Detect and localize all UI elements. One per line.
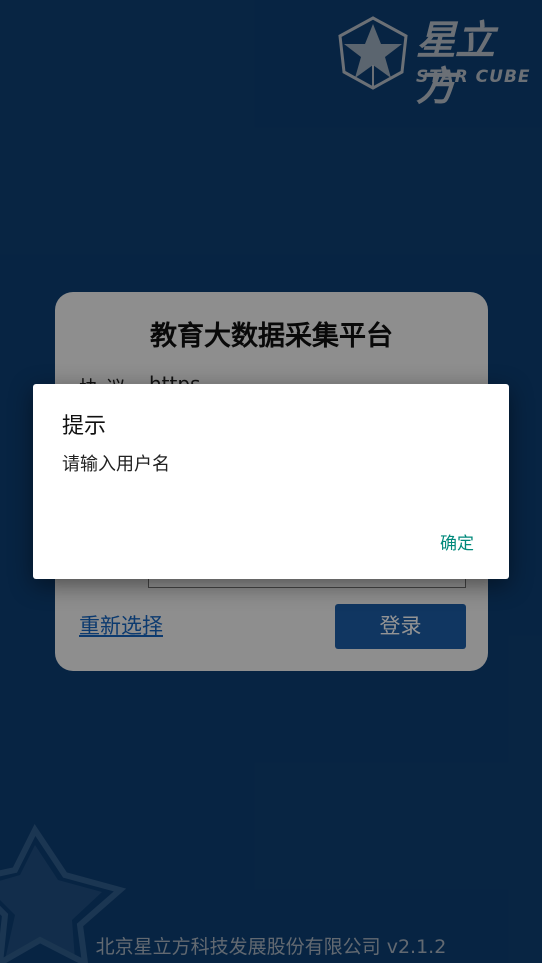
alert-dialog: 提示 请输入用户名 确定 bbox=[33, 384, 509, 579]
dialog-message: 请输入用户名 bbox=[62, 454, 170, 475]
dialog-ok-button[interactable]: 确定 bbox=[429, 530, 485, 558]
dialog-title: 提示 bbox=[62, 414, 107, 439]
app-screen: 星立方 STAR CUBE 教育大数据采集平台 协 议 https 重新选择 登… bbox=[0, 0, 542, 963]
